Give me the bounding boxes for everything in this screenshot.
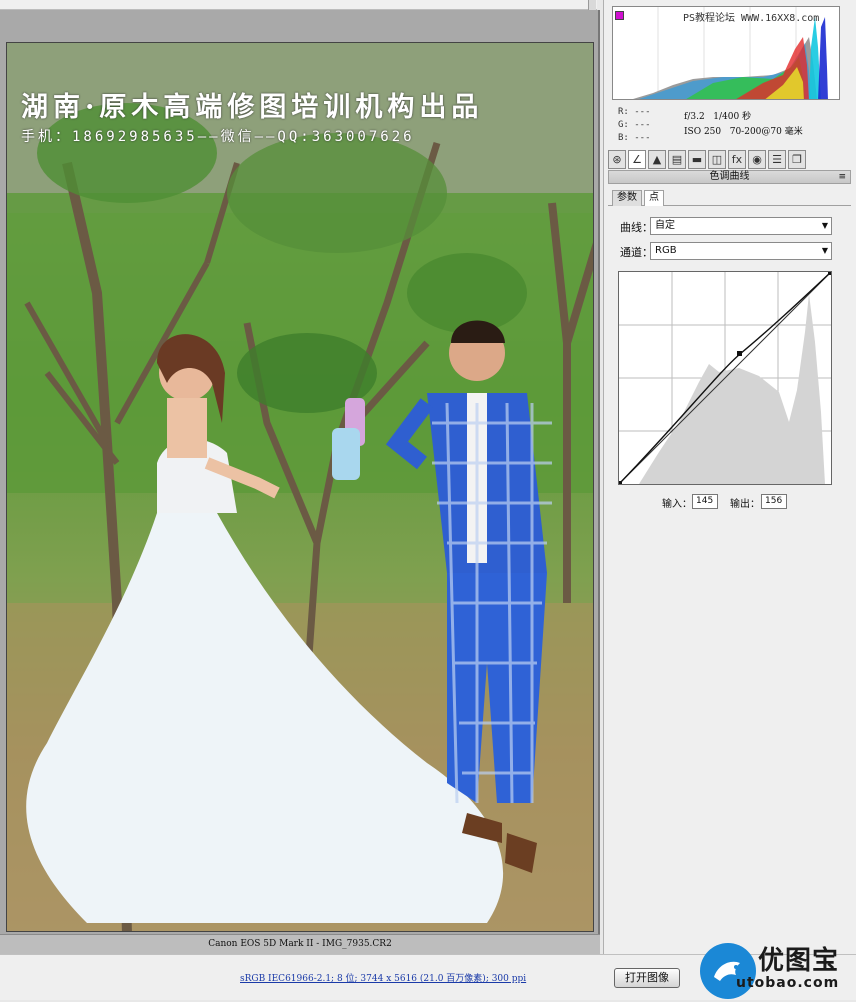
camera-raw-panel: PS教程论坛 WWW.16XX8.com R: --- G: --- B: --… <box>603 0 856 954</box>
camera-file-label: Canon EOS 5D Mark II - IMG_7935.CR2 <box>208 939 392 949</box>
top-strip <box>0 0 597 10</box>
top-strip-divider <box>588 0 596 10</box>
lens-value: 70-200@70 毫米 <box>729 127 803 137</box>
photo-watermark-title: 湖南·原木高端修图培训机构出品 <box>21 92 484 123</box>
tab-point[interactable]: 点 <box>644 190 664 206</box>
aperture-value: f/3.2 <box>684 112 705 122</box>
photo-illustration <box>7 43 593 931</box>
curve-control-point[interactable] <box>737 351 742 356</box>
basic-tab-icon[interactable]: ⊛ <box>608 150 626 169</box>
presets-tab-icon[interactable]: ☰ <box>768 150 786 169</box>
tone-curve-tab-icon[interactable]: ∠ <box>628 150 646 169</box>
preview-photo[interactable]: 湖南·原木高端修图培训机构出品 手机：18692985635——微信——QQ:3… <box>6 42 594 932</box>
curve-svg <box>618 271 832 485</box>
curve-preset-value: 自定 <box>655 220 675 231</box>
site-brand: 优图宝 <box>758 946 840 976</box>
readout-r: R: --- <box>618 107 651 117</box>
bottom-bar: sRGB IEC61966-2.1; 8 位; 3744 x 5616 (21.… <box>0 943 856 1000</box>
readout-b: B: --- <box>618 133 651 143</box>
readout-g: G: --- <box>618 120 651 130</box>
tab-parametric[interactable]: 参数 <box>612 190 642 206</box>
shadow-clipping-warning-icon[interactable] <box>615 11 624 20</box>
tone-curve-panel-header: 色调曲线 ≡ <box>608 170 851 184</box>
effects-tab-icon[interactable]: fx <box>728 150 746 169</box>
photo-watermark-contact: 手机：18692985635——微信——QQ:363007626 <box>21 129 415 145</box>
curve-mode-tabs: 参数 点 <box>608 190 851 206</box>
chevron-down-icon: ▼ <box>821 246 828 255</box>
input-value-field[interactable]: 145 <box>692 494 718 509</box>
output-label: 输出： <box>730 499 760 510</box>
open-image-button[interactable]: 打开图像 <box>614 968 680 988</box>
channel-value: RGB <box>655 245 677 256</box>
site-logo: 优图宝 utobao.com <box>700 943 850 999</box>
histogram: PS教程论坛 WWW.16XX8.com <box>612 6 840 100</box>
curve-preset-select[interactable]: 自定 ▼ <box>650 217 832 235</box>
camera-calibration-tab-icon[interactable]: ◉ <box>748 150 766 169</box>
chevron-down-icon: ▼ <box>821 221 828 230</box>
output-value-field[interactable]: 156 <box>761 494 787 509</box>
workflow-options-link[interactable]: sRGB IEC61966-2.1; 8 位; 3744 x 5616 (21.… <box>240 971 526 984</box>
panel-title: 色调曲线 <box>709 171 750 182</box>
channel-select[interactable]: RGB ▼ <box>650 242 832 260</box>
rgb-readout: R: --- G: --- B: --- <box>618 106 651 145</box>
image-canvas[interactable]: 湖南·原木高端修图培训机构出品 手机：18692985635——微信——QQ:3… <box>0 10 600 954</box>
shutter-value: 1/400 秒 <box>713 112 752 122</box>
detail-tab-icon[interactable]: ▲ <box>648 150 666 169</box>
input-label: 输入： <box>662 499 692 510</box>
curve-label: 曲线： <box>620 221 653 234</box>
split-toning-tab-icon[interactable]: ▬ <box>688 150 706 169</box>
adjustment-tabs: ⊛ ∠ ▲ ▤ ▬ ◫ fx ◉ ☰ ❐ <box>608 150 851 170</box>
site-domain: utobao.com <box>736 975 840 991</box>
snapshots-tab-icon[interactable]: ❐ <box>788 150 806 169</box>
iso-value: ISO 250 <box>684 127 722 137</box>
panel-menu-icon[interactable]: ≡ <box>838 171 846 183</box>
hsl-tab-icon[interactable]: ▤ <box>668 150 686 169</box>
histogram-site-watermark: PS教程论坛 WWW.16XX8.com <box>683 13 820 24</box>
camera-info: f/3.2 1/400 秒 ISO 250 70-200@70 毫米 <box>684 110 803 140</box>
channel-label: 通道： <box>620 246 653 259</box>
tone-curve-graph[interactable] <box>618 271 832 485</box>
camera-file-status: Canon EOS 5D Mark II - IMG_7935.CR2 <box>0 934 600 954</box>
lens-corrections-tab-icon[interactable]: ◫ <box>708 150 726 169</box>
